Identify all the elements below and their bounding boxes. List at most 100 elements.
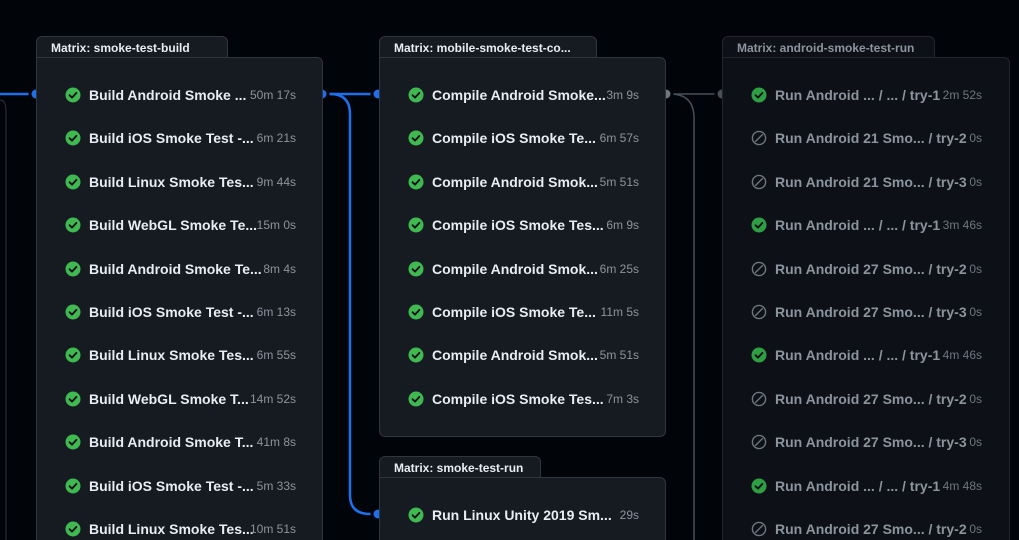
group-panel: Run Linux Unity 2019 Sm... 29s: [379, 477, 666, 540]
job-row[interactable]: Run Android 27 Smo... / try-3 0s: [723, 421, 982, 464]
job-duration: 2m 52s: [942, 88, 982, 102]
job-row[interactable]: Run Android 27 Smo... / try-2 0s: [723, 247, 982, 290]
skip-icon: [751, 304, 767, 320]
job-duration: 0s: [969, 261, 982, 276]
skip-icon: [751, 174, 767, 190]
job-duration: 7m 3s: [606, 391, 639, 406]
job-name: Build iOS Smoke Test -...: [89, 477, 254, 494]
job-name: Compile iOS Smoke Tes...: [432, 390, 604, 407]
job-row[interactable]: Run Android 21 Smo... / try-2 0s: [723, 117, 982, 160]
job-row[interactable]: Run Android 27 Smo... / try-3 0s: [723, 291, 982, 334]
job-duration: 8m 4s: [263, 261, 296, 276]
job-duration: 6m 9s: [606, 218, 639, 233]
job-duration: 0s: [969, 305, 982, 319]
group-panel: Compile Android Smoke... 3m 9s Compile iOS…: [379, 57, 666, 437]
job-name: Compile iOS Smoke Te...: [432, 130, 596, 147]
check-circle-icon: [65, 130, 81, 146]
job-name: Build iOS Smoke Test -...: [89, 304, 254, 320]
job-name: Run Linux Unity 2019 Sm...: [432, 507, 612, 523]
job-duration: 0s: [969, 522, 982, 536]
job-row[interactable]: Run Android ... / ... / try-1 3m 46s: [723, 204, 982, 247]
job-row[interactable]: Compile Android Smok... 5m 51s: [380, 160, 639, 203]
check-circle-icon: [65, 87, 81, 103]
job-name: Compile iOS Smoke Te...: [432, 304, 596, 320]
job-name: Build Android Smoke ...: [89, 87, 247, 103]
job-row[interactable]: Compile iOS Smoke Tes... 7m 3s: [380, 377, 639, 420]
job-name: Build Linux Smoke Tes...: [89, 173, 254, 190]
check-circle-icon: [408, 217, 424, 233]
job-row[interactable]: Build iOS Smoke Test -... 5m 33s: [37, 464, 296, 507]
check-circle-icon: [408, 174, 424, 190]
previous-panel-edge: [0, 99, 7, 540]
job-row[interactable]: Compile Android Smoke... 3m 9s: [380, 74, 639, 117]
job-duration: 5m 51s: [599, 348, 639, 363]
job-row[interactable]: Build WebGL Smoke T... 14m 52s: [37, 377, 296, 420]
job-name: Run Android 27 Smo... / try-2: [775, 390, 967, 407]
job-duration: 6m 55s: [256, 348, 296, 363]
connector-compile-down: [669, 93, 695, 540]
group-title-tab[interactable]: Matrix: android-smoke-test-run: [722, 36, 935, 58]
job-row[interactable]: Run Android ... / ... / try-1 2m 52s: [723, 74, 982, 117]
job-duration: 15m 0s: [256, 218, 296, 233]
job-name: Build Linux Smoke Tes...: [89, 347, 254, 364]
job-name: Compile iOS Smoke Tes...: [432, 217, 604, 234]
job-duration: 0s: [969, 174, 982, 189]
job-name: Run Android 21 Smo... / try-3: [775, 173, 967, 190]
check-circle-icon: [65, 478, 81, 494]
check-circle-icon: [65, 347, 81, 363]
job-row[interactable]: Compile Android Smok... 6m 25s: [380, 247, 639, 290]
skip-icon: [751, 521, 767, 537]
job-name: Build Android Smoke Te...: [89, 260, 262, 277]
job-duration: 3m 46s: [942, 218, 982, 233]
skip-icon: [751, 130, 767, 146]
check-circle-icon: [65, 434, 81, 450]
job-row[interactable]: Build Linux Smoke Tes... 9m 44s: [37, 160, 296, 203]
job-name: Run Android 27 Smo... / try-3: [775, 434, 967, 451]
group-panel: Build Android Smoke ... 50m 17s Build iOS …: [36, 57, 323, 540]
job-name: Build WebGL Smoke T...: [89, 390, 249, 407]
job-row[interactable]: Run Android ... / ... / try-1 4m 46s: [723, 334, 982, 377]
check-circle-icon: [408, 87, 424, 103]
job-row[interactable]: Compile iOS Smoke Te... 6m 57s: [380, 117, 639, 160]
job-row[interactable]: Run Android 27 Smo... / try-2 0s: [723, 508, 982, 540]
job-row[interactable]: Build iOS Smoke Test -... 6m 13s: [37, 291, 296, 334]
job-duration: 5m 33s: [256, 478, 296, 493]
job-duration: 41m 8s: [256, 435, 296, 450]
job-duration: 11m 5s: [600, 305, 639, 319]
job-duration: 6m 13s: [256, 305, 296, 319]
job-row[interactable]: Build Android Smoke Te... 8m 4s: [37, 247, 296, 290]
check-circle-icon: [751, 347, 767, 363]
job-row[interactable]: Build iOS Smoke Test -... 6m 21s: [37, 117, 296, 160]
job-row[interactable]: Run Android 27 Smo... / try-2 0s: [723, 377, 982, 420]
group-title-tab[interactable]: Matrix: smoke-test-build: [36, 36, 228, 58]
job-row[interactable]: Build Linux Smoke Tes... 10m 51s: [37, 508, 296, 540]
skip-icon: [751, 261, 767, 277]
job-name: Compile Android Smoke...: [432, 87, 606, 103]
job-name: Build WebGL Smoke Te...: [89, 217, 258, 234]
job-name: Run Android ... / ... / try-1: [775, 347, 941, 364]
job-row[interactable]: Run Android ... / ... / try-1 4m 48s: [723, 464, 982, 507]
group-title-tab[interactable]: Matrix: mobile-smoke-test-co...: [379, 36, 597, 58]
skip-icon: [751, 391, 767, 407]
check-circle-icon: [408, 391, 424, 407]
check-circle-icon: [65, 521, 81, 537]
group-panel: Run Android ... / ... / try-1 2m 52s Run A…: [722, 57, 1010, 540]
job-duration: 6m 21s: [256, 131, 296, 146]
job-row[interactable]: Build Android Smoke ... 50m 17s: [37, 74, 296, 117]
job-row[interactable]: Run Linux Unity 2019 Sm... 29s: [380, 494, 639, 537]
job-duration: 4m 46s: [942, 348, 982, 363]
job-row[interactable]: Build Android Smoke T... 41m 8s: [37, 421, 296, 464]
job-name: Run Android ... / ... / try-1: [775, 477, 941, 494]
job-duration: 4m 48s: [942, 478, 982, 493]
job-row[interactable]: Run Android 21 Smo... / try-3 0s: [723, 160, 982, 203]
check-circle-icon: [751, 478, 767, 494]
job-name: Compile Android Smok...: [432, 173, 598, 190]
job-duration: 0s: [969, 131, 982, 146]
group-title-tab[interactable]: Matrix: smoke-test-run: [379, 456, 541, 478]
job-row[interactable]: Build WebGL Smoke Te... 15m 0s: [37, 204, 296, 247]
job-row[interactable]: Compile Android Smok... 5m 51s: [380, 334, 639, 377]
job-row[interactable]: Compile iOS Smoke Te... 11m 5s: [380, 291, 639, 334]
job-row[interactable]: Compile iOS Smoke Tes... 6m 9s: [380, 204, 639, 247]
job-row[interactable]: Build Linux Smoke Tes... 6m 55s: [37, 334, 296, 377]
check-circle-icon: [65, 217, 81, 233]
